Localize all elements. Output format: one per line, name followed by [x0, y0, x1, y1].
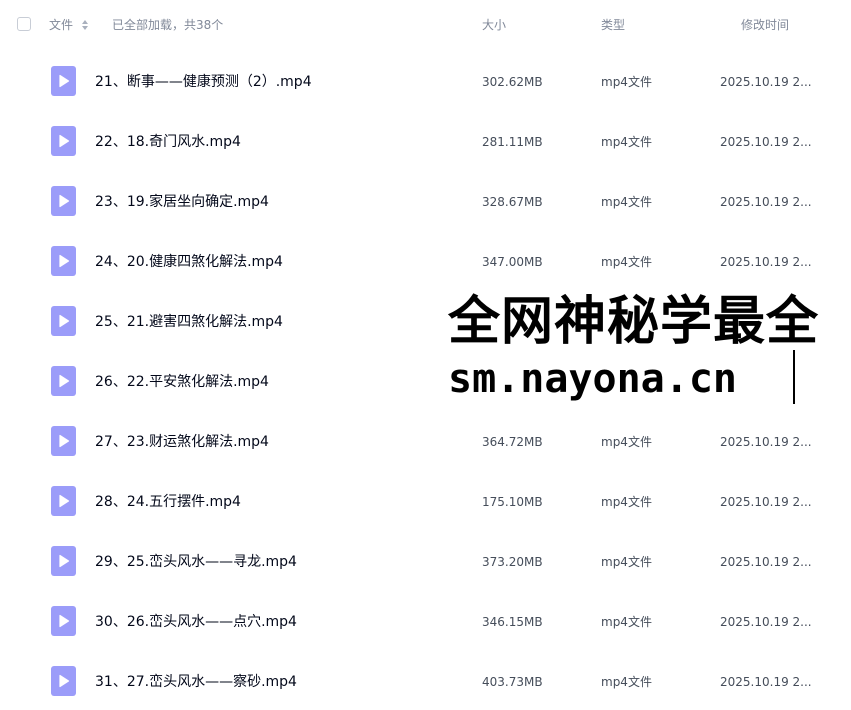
video-file-icon: [51, 486, 76, 516]
file-size: 373.20MB: [482, 555, 543, 569]
select-all-checkbox[interactable]: [17, 17, 31, 31]
file-name[interactable]: 29、25.峦头风水——寻龙.mp4: [95, 553, 297, 571]
file-type: mp4文件: [601, 675, 652, 689]
size-column-header[interactable]: 大小: [482, 17, 506, 33]
file-size: 175.10MB: [482, 495, 543, 509]
file-modified-time: 2025.10.19 2...: [720, 435, 812, 449]
text-caret: [793, 350, 795, 404]
file-name[interactable]: 31、27.峦头风水——察砂.mp4: [95, 673, 297, 691]
file-name[interactable]: 26、22.平安煞化解法.mp4: [95, 373, 269, 391]
video-file-icon: [51, 366, 76, 396]
video-file-icon: [51, 306, 76, 336]
file-type: mp4文件: [601, 495, 652, 509]
file-size: 403.73MB: [482, 675, 543, 689]
file-row[interactable]: 21、断事——健康预测（2）.mp4 302.62MB mp4文件 2025.10.1…: [0, 50, 851, 110]
file-type: mp4文件: [601, 75, 652, 89]
video-file-icon: [51, 186, 76, 216]
file-name[interactable]: 27、23.财运煞化解法.mp4: [95, 433, 269, 451]
file-modified-time: 2025.10.19 2...: [720, 255, 812, 269]
file-name[interactable]: 28、24.五行摆件.mp4: [95, 493, 241, 511]
file-row[interactable]: 27、23.财运煞化解法.mp4 364.72MB mp4文件 2025.10.19 …: [0, 410, 851, 470]
file-type: mp4文件: [601, 195, 652, 209]
file-size: 328.67MB: [482, 195, 543, 209]
watermark-url: sm.nayona.cn: [448, 356, 737, 402]
video-file-icon: [51, 666, 76, 696]
file-size: 346.15MB: [482, 615, 543, 629]
file-row[interactable]: 24、20.健康四煞化解法.mp4 347.00MB mp4文件 2025.10.19…: [0, 230, 851, 290]
file-size: 364.72MB: [482, 435, 543, 449]
file-modified-time: 2025.10.19 2...: [720, 615, 812, 629]
file-row[interactable]: 30、26.峦头风水——点穴.mp4 346.15MB mp4文件 2025.10.1…: [0, 590, 851, 650]
file-row[interactable]: 29、25.峦头风水——寻龙.mp4 373.20MB mp4文件 2025.10.1…: [0, 530, 851, 590]
file-modified-time: 2025.10.19 2...: [720, 75, 812, 89]
file-modified-time: 2025.10.19 2...: [720, 495, 812, 509]
file-list-header: 文件 已全部加载，共38个 大小 类型 修改时间: [0, 0, 851, 50]
video-file-icon: [51, 606, 76, 636]
sort-icon[interactable]: [81, 18, 89, 32]
file-size: 347.00MB: [482, 255, 543, 269]
file-type: mp4文件: [601, 255, 652, 269]
file-row[interactable]: 28、24.五行摆件.mp4 175.10MB mp4文件 2025.10.19 2.…: [0, 470, 851, 530]
video-file-icon: [51, 426, 76, 456]
file-modified-time: 2025.10.19 2...: [720, 195, 812, 209]
file-type: mp4文件: [601, 555, 652, 569]
file-type: mp4文件: [601, 135, 652, 149]
video-file-icon: [51, 546, 76, 576]
loaded-count-text: 已全部加载，共38个: [112, 18, 224, 32]
file-size: 281.11MB: [482, 135, 543, 149]
file-name[interactable]: 21、断事——健康预测（2）.mp4: [95, 73, 312, 91]
file-name[interactable]: 30、26.峦头风水——点穴.mp4: [95, 613, 297, 631]
name-column-header[interactable]: 文件: [49, 17, 73, 33]
file-row[interactable]: 22、18.奇门风水.mp4 281.11MB mp4文件 2025.10.19 2.…: [0, 110, 851, 170]
file-modified-time: 2025.10.19 2...: [720, 555, 812, 569]
video-file-icon: [51, 126, 76, 156]
file-row[interactable]: 31、27.峦头风水——察砂.mp4 403.73MB mp4文件 2025.10.1…: [0, 650, 851, 710]
file-type: mp4文件: [601, 435, 652, 449]
file-size: 302.62MB: [482, 75, 543, 89]
watermark-overlay: 全网神秘学最全 sm.nayona.cn: [446, 291, 851, 405]
file-name[interactable]: 25、21.避害四煞化解法.mp4: [95, 313, 283, 331]
video-file-icon: [51, 66, 76, 96]
modified-column-header[interactable]: 修改时间: [741, 17, 789, 33]
file-name[interactable]: 22、18.奇门风水.mp4: [95, 133, 241, 151]
file-modified-time: 2025.10.19 2...: [720, 135, 812, 149]
file-name[interactable]: 24、20.健康四煞化解法.mp4: [95, 253, 283, 271]
file-row[interactable]: 23、19.家居坐向确定.mp4 328.67MB mp4文件 2025.10.19 …: [0, 170, 851, 230]
file-name[interactable]: 23、19.家居坐向确定.mp4: [95, 193, 269, 211]
file-modified-time: 2025.10.19 2...: [720, 675, 812, 689]
file-type: mp4文件: [601, 615, 652, 629]
watermark-title: 全网神秘学最全: [448, 292, 820, 352]
video-file-icon: [51, 246, 76, 276]
type-column-header[interactable]: 类型: [601, 17, 625, 33]
